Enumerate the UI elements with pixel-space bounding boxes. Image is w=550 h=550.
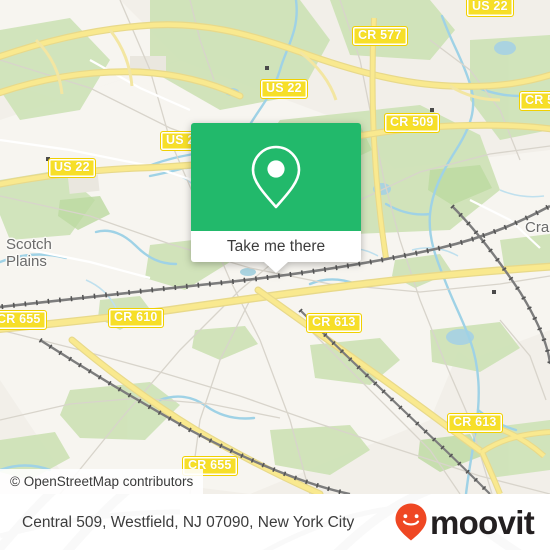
take-me-there-label: Take me there <box>226 238 326 255</box>
place-label-scotch-plains: Scotch Plains <box>6 236 52 270</box>
location-popup-card[interactable]: Take me there <box>191 123 361 273</box>
popup-footer[interactable]: Take me there <box>191 231 361 273</box>
osm-attribution[interactable]: © OpenStreetMap contributors <box>0 469 204 494</box>
shield-cr-613-upper[interactable]: CR 613 <box>306 313 362 333</box>
shield-us-22-center-top[interactable]: US 22 <box>260 79 308 99</box>
shield-cr-509-top[interactable]: CR 509 <box>384 113 440 133</box>
shield-cr-610[interactable]: CR 610 <box>108 308 164 328</box>
moovit-brand[interactable]: moovit <box>393 502 535 542</box>
address-text: Central 509, Westfield, NJ 07090, New Yo… <box>22 513 355 531</box>
popup-pointer-tail <box>264 262 288 273</box>
shield-cr-613-lower[interactable]: CR 613 <box>447 413 503 433</box>
shield-cr-50-right[interactable]: CR 50 <box>519 91 550 111</box>
footer-bar: Central 509, Westfield, NJ 07090, New Yo… <box>0 494 550 550</box>
moovit-wordmark: moovit <box>430 503 535 541</box>
map-canvas[interactable]: Scotch Plains Cra US 22 CR 577 US 22 CR … <box>0 0 550 494</box>
popup-header <box>191 123 361 231</box>
shield-us-22-top-right[interactable]: US 22 <box>466 0 514 17</box>
shield-cr-577[interactable]: CR 577 <box>352 26 408 46</box>
shield-us-22-left[interactable]: US 22 <box>48 158 96 178</box>
shield-cr-655-left[interactable]: CR 655 <box>0 310 47 330</box>
map-pin-icon <box>251 145 301 209</box>
place-label-cranford: Cra <box>525 219 550 236</box>
moovit-map-screenshot: Scotch Plains Cra US 22 CR 577 US 22 CR … <box>0 0 550 550</box>
moovit-pin-icon <box>395 503 427 541</box>
